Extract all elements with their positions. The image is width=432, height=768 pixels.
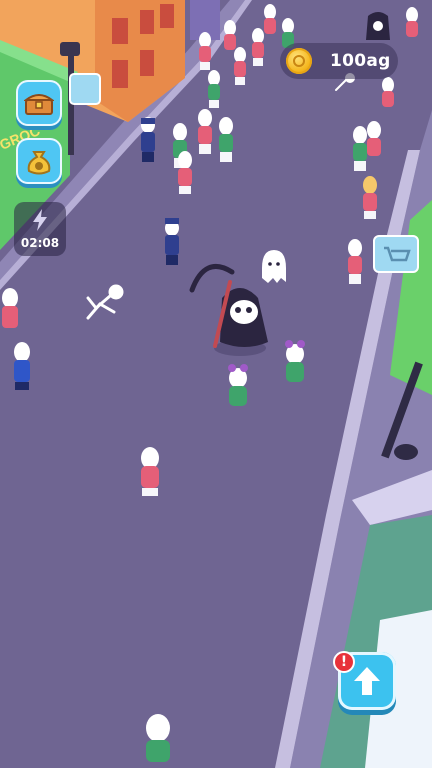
- pedestrian: [208, 70, 220, 108]
- timer-text: 02:08: [20, 236, 60, 250]
- police-officer: [165, 218, 179, 265]
- pedestrian: [382, 77, 394, 107]
- shop-sign-cart-right: [373, 235, 419, 273]
- pedestrian: [219, 117, 233, 162]
- shop-sign-cart: [69, 73, 101, 105]
- money-bag-icon: [27, 151, 51, 175]
- pedestrian: [2, 288, 18, 328]
- building-window: [160, 4, 174, 28]
- pedestrian: [198, 109, 212, 154]
- pedestrian: [199, 32, 211, 70]
- pedestrian: [353, 126, 367, 171]
- lamp-head: [60, 42, 80, 56]
- pedestrian: [14, 342, 30, 390]
- lightning-bolt-icon: [33, 209, 47, 231]
- building-window: [140, 50, 154, 76]
- treasure-chest-icon: [24, 94, 54, 115]
- up-arrow-icon: [354, 667, 380, 695]
- pedestrian: [178, 151, 192, 194]
- pedestrian: [363, 176, 377, 219]
- coin-counter: 100ag: [280, 43, 398, 79]
- pedestrian: [367, 121, 381, 156]
- reaper-distant: [366, 12, 390, 40]
- police-officer: [141, 117, 155, 162]
- pedestrian: [348, 239, 362, 284]
- boost-timer: 02:08: [14, 202, 66, 256]
- money-bag-button[interactable]: [16, 138, 62, 184]
- pedestrian: [264, 4, 276, 34]
- treasure-chest-button[interactable]: [16, 80, 62, 126]
- building-window: [112, 60, 128, 88]
- pedestrian: [234, 47, 246, 85]
- pedestrian: [141, 447, 159, 496]
- coin-icon: [286, 48, 312, 74]
- pedestrian: [406, 7, 418, 37]
- ghost: [262, 250, 286, 283]
- pedestrian: [224, 20, 236, 50]
- coin-amount: 100ag: [330, 51, 391, 71]
- lamp-post: [68, 55, 74, 155]
- exclamation-icon: !: [333, 651, 355, 673]
- pedestrian: [252, 28, 264, 66]
- building-window: [140, 10, 154, 34]
- right-lamp-base: [394, 444, 418, 460]
- building-window: [112, 18, 128, 44]
